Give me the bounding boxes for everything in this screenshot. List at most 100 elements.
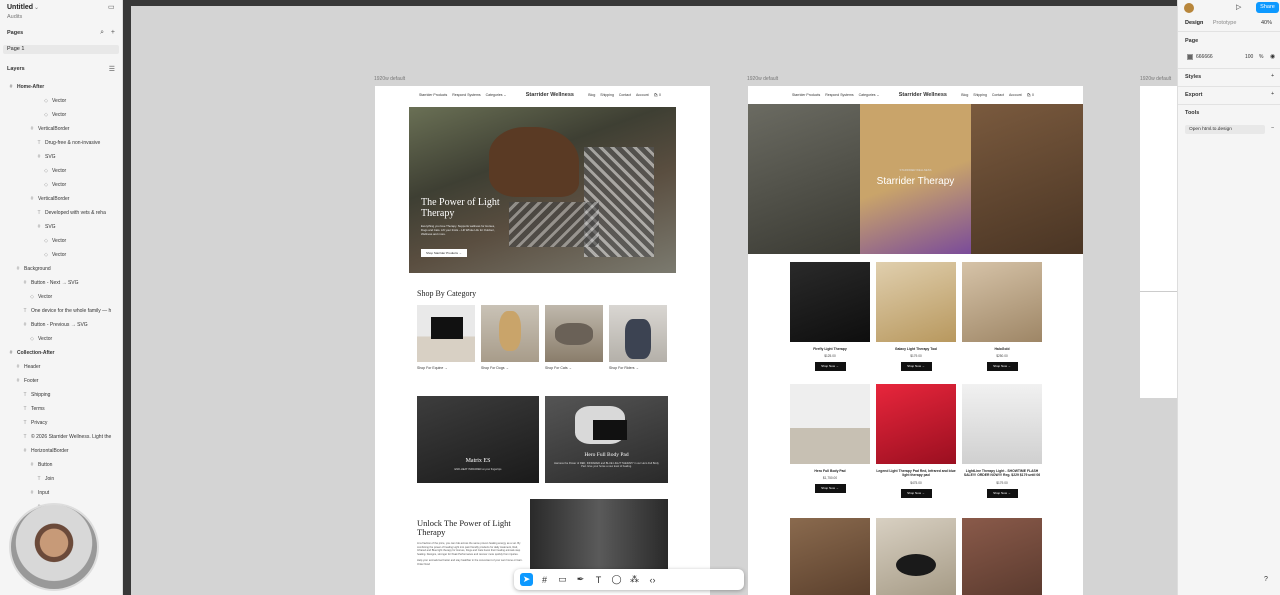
page-color-value[interactable]: 666666 (1196, 54, 1213, 60)
collection-frame[interactable]: Starrider Products Respond Systems Categor… (748, 86, 1083, 595)
html-to-design-button[interactable]: Open html.to.design (1185, 125, 1265, 134)
layer-row[interactable]: # Header (0, 360, 122, 374)
layer-row[interactable]: # Button - Next → SVG (0, 276, 122, 290)
text-tool-icon[interactable]: T (592, 573, 605, 586)
dev-mode-icon[interactable]: ‹› (646, 573, 659, 586)
shop-now-button[interactable]: Shop Now → (814, 362, 846, 372)
list-icon[interactable]: ☰ (109, 65, 115, 73)
page-item[interactable]: Page 1 (3, 45, 119, 54)
comment-tool-icon[interactable]: ◯ (610, 573, 623, 586)
layer-row[interactable]: ◇ Vector (0, 234, 122, 248)
minus-icon[interactable]: − (1271, 125, 1274, 131)
category-link[interactable]: Shop For Dogs → (481, 366, 509, 370)
cart-link[interactable]: 🛍 0 (654, 93, 661, 97)
shop-now-button[interactable]: Shop Now → (986, 488, 1018, 498)
layer-row[interactable]: # Button - Previous → SVG (0, 318, 122, 332)
product-card[interactable]: Galaxy Light Therapy Tool $179.00 Shop Now… (876, 262, 956, 372)
play-icon[interactable]: ▷ (1236, 3, 1241, 11)
move-tool-icon[interactable]: ➤ (520, 573, 533, 586)
nav-link[interactable]: Contact (992, 93, 1004, 97)
layer-row[interactable]: ◇ Vector (0, 164, 122, 178)
tab-prototype[interactable]: Prototype (1213, 20, 1237, 26)
nav-link[interactable]: Contact (619, 93, 631, 97)
share-button[interactable]: Share (1256, 2, 1279, 13)
category-link[interactable]: Shop For Riders → (609, 366, 639, 370)
layer-row[interactable]: # VerticalBorder (0, 192, 122, 206)
add-export-icon[interactable]: + (1271, 91, 1274, 97)
nav-link[interactable]: Account (1009, 93, 1022, 97)
search-icon[interactable]: ⌕ (100, 29, 104, 37)
shape-tool-icon[interactable]: ▭ (556, 573, 569, 586)
shop-now-button[interactable]: Shop Now → (900, 488, 932, 498)
layer-row[interactable]: # HorizontalBorder (0, 444, 122, 458)
site-brand[interactable]: Starrider Wellness (526, 92, 574, 98)
layer-row[interactable]: # SVG (0, 220, 122, 234)
nav-link[interactable]: Respond Systems (452, 93, 480, 97)
file-title[interactable]: Untitled (7, 4, 33, 11)
category-image[interactable] (417, 305, 475, 362)
layer-row[interactable]: # Background (0, 262, 122, 276)
layer-row[interactable]: T Developed with vets & reha (0, 206, 122, 220)
avatar[interactable] (1184, 3, 1194, 13)
canvas[interactable]: 1920w default 1920w default 1920w defaul… (131, 6, 1177, 595)
hero-button[interactable]: Shop Starrider Products → (421, 249, 467, 257)
cart-link[interactable]: 🛍 0 (1027, 93, 1034, 97)
layer-row[interactable]: T © 2026 Starrider Wellness. Light the (0, 430, 122, 444)
promo-card[interactable]: Hero Full Body Pad Harness the Power of … (545, 396, 668, 483)
layer-row[interactable]: # Collection-After (0, 346, 122, 360)
category-link[interactable]: Shop For Cats → (545, 366, 572, 370)
frame-label[interactable]: 1920w default (374, 76, 405, 82)
layer-row[interactable]: ◇ Vector (0, 108, 122, 122)
layer-row[interactable]: ◇ Vector (0, 94, 122, 108)
nav-link[interactable]: Blog (588, 93, 595, 97)
layer-row[interactable]: T Privacy (0, 416, 122, 430)
actions-icon[interactable]: ⁂ (628, 573, 641, 586)
layer-row[interactable]: T Drug-free & non-invasive (0, 136, 122, 150)
layer-row[interactable]: ◇ Vector (0, 178, 122, 192)
chevron-down-icon[interactable]: ⌄ (34, 4, 39, 11)
promo-card[interactable]: Matrix ES END-HEAT INFRARED at your fing… (417, 396, 539, 483)
product-card[interactable]: Firefly Light Therapy $125.00 Shop Now → (790, 262, 870, 372)
product-card[interactable]: Legend Light Therapy Pad Red, Infrared a… (876, 384, 956, 498)
page-opacity[interactable]: 100 (1245, 54, 1253, 60)
product-card[interactable]: Hero Full Body Pad $1,750.00 Shop Now → (790, 384, 870, 494)
layer-row[interactable]: T Join (0, 472, 122, 486)
help-icon[interactable]: ? (1264, 576, 1268, 583)
sidebar-toggle-icon[interactable]: ▭ (108, 3, 115, 11)
pen-tool-icon[interactable]: ✒ (574, 573, 587, 586)
nav-link[interactable]: Blog (961, 93, 968, 97)
layer-row[interactable]: T One device for the whole family — h (0, 304, 122, 318)
nav-link[interactable]: Starrider Products (419, 93, 447, 97)
product-card[interactable] (876, 518, 956, 595)
shop-now-button[interactable]: Shop Now → (814, 484, 846, 494)
add-style-icon[interactable]: + (1271, 73, 1274, 79)
layer-row[interactable]: # Home-After (0, 80, 122, 94)
layer-row[interactable]: T Terms (0, 402, 122, 416)
category-image[interactable] (481, 305, 539, 362)
nav-link[interactable]: Account (636, 93, 649, 97)
zoom-level[interactable]: 40% (1261, 20, 1272, 26)
category-link[interactable]: Shop For Equine → (417, 366, 448, 370)
layer-row[interactable]: # Button (0, 458, 122, 472)
layer-row[interactable]: # Input (0, 486, 122, 500)
layer-row[interactable]: # SVG (0, 150, 122, 164)
page-color-swatch[interactable] (1187, 54, 1193, 60)
layer-row[interactable]: ◇ Vector (0, 332, 122, 346)
add-page-icon[interactable]: + (111, 29, 115, 36)
nav-link[interactable]: Shipping (600, 93, 614, 97)
frame-label[interactable]: 1920w default (747, 76, 778, 82)
shop-now-button[interactable]: Shop Now → (900, 362, 932, 372)
product-card[interactable] (790, 518, 870, 595)
site-brand[interactable]: Starrider Wellness (899, 92, 947, 98)
nav-link[interactable]: Categories ⌄ (859, 93, 880, 97)
third-frame[interactable] (1140, 86, 1177, 398)
home-frame[interactable]: Starrider Products Respond Systems Categor… (375, 86, 710, 595)
eye-icon[interactable]: ◉ (1270, 53, 1275, 60)
nav-link[interactable]: Respond Systems (825, 93, 853, 97)
nav-link[interactable]: Shipping (973, 93, 987, 97)
nav-link[interactable]: Categories ⌄ (486, 93, 507, 97)
layer-row[interactable]: ◇ Vector (0, 248, 122, 262)
layer-row[interactable]: # Footer (0, 374, 122, 388)
frame-label[interactable]: 1920w default (1140, 76, 1171, 82)
product-card[interactable]: LightLine Therapy Light - SHOWTIME FLASH… (962, 384, 1042, 498)
